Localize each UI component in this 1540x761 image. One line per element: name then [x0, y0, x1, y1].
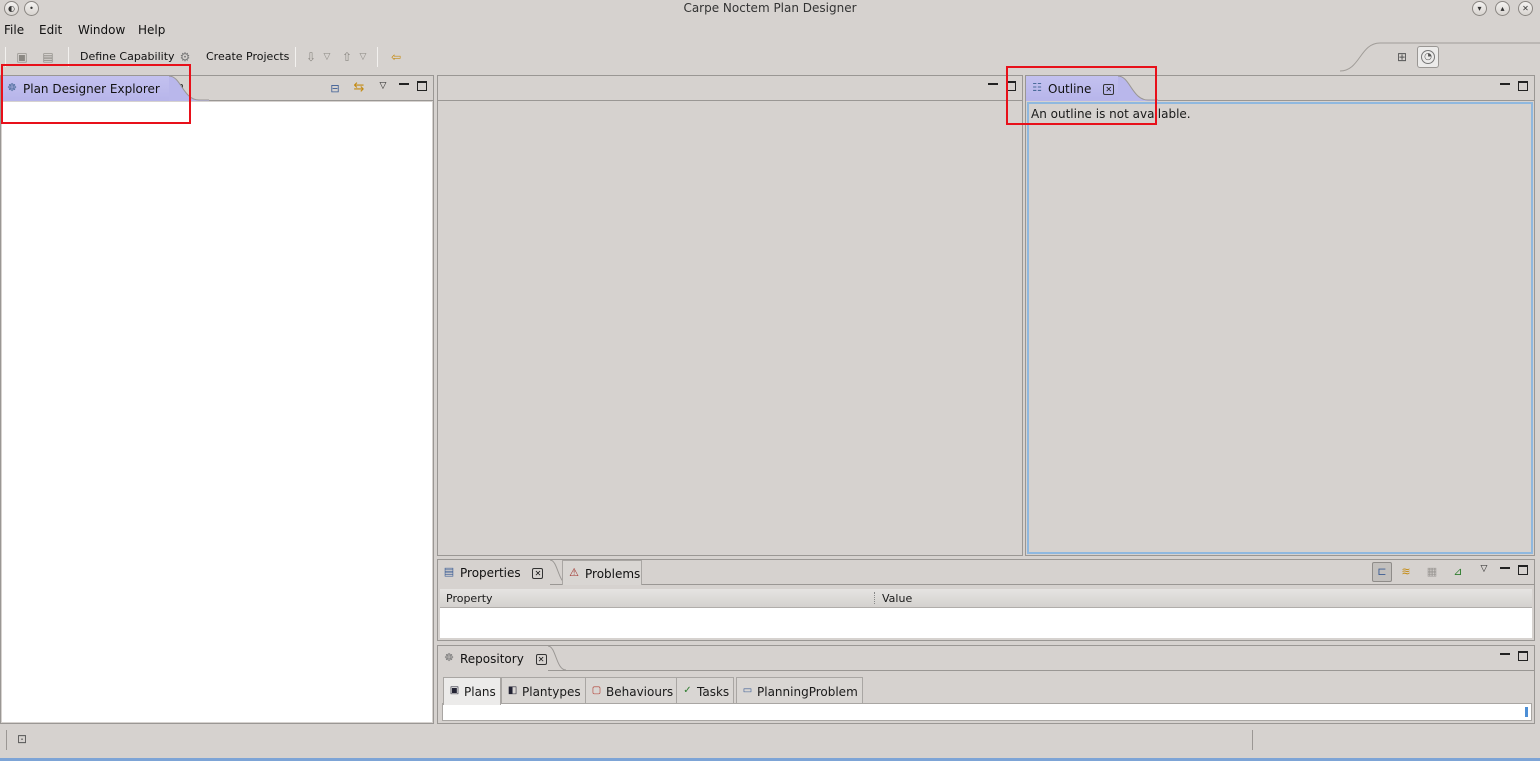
main-toolbar: ▣ ▤ Define Capability ⚙ Create Projects …: [0, 42, 1540, 72]
tab-label: Repository: [460, 652, 524, 666]
perspective-bar: [1340, 42, 1540, 72]
repository-header: ☸ Repository ✕: [438, 646, 1534, 671]
column-divider[interactable]: [874, 592, 875, 604]
status-bar: ⊡: [0, 726, 1540, 756]
view-menu-icon[interactable]: ▽: [1478, 563, 1490, 575]
menu-edit[interactable]: Edit: [39, 23, 62, 37]
save-all-icon[interactable]: ▤: [40, 49, 56, 65]
maximize-icon[interactable]: [1518, 81, 1528, 91]
maximize-icon[interactable]: [1518, 651, 1528, 661]
editor-area: [437, 75, 1023, 556]
repository-icon: ☸: [444, 651, 454, 664]
create-projects-button[interactable]: Create Projects: [206, 50, 289, 63]
planningproblem-icon: ▭: [742, 685, 753, 696]
chevron-down-icon[interactable]: ▽: [319, 49, 335, 65]
title-bar: ◐ • Carpe Noctem Plan Designer ▾ ▴ ✕: [0, 0, 1540, 18]
tab-behaviours[interactable]: ▢ Behaviours: [585, 677, 679, 703]
maximize-icon[interactable]: [417, 81, 427, 91]
column-header-value[interactable]: Value: [882, 592, 912, 605]
gear-icon[interactable]: ⚙: [177, 49, 193, 65]
menu-bar: File Edit Window Help: [0, 18, 1540, 42]
filter-icon[interactable]: ≋: [1400, 566, 1412, 578]
tab-curve: [548, 646, 567, 671]
tab-label: Problems: [585, 567, 641, 581]
define-capability-button[interactable]: Define Capability: [80, 50, 175, 63]
tab-plans[interactable]: ▣ Plans: [443, 677, 501, 705]
menu-help[interactable]: Help: [138, 23, 165, 37]
tab-planningproblem[interactable]: ▭ PlanningProblem: [736, 677, 863, 703]
editor-header: [438, 76, 1022, 101]
highlight-box: [1, 64, 191, 124]
minimize-icon[interactable]: [399, 83, 409, 85]
status-separator: [6, 730, 7, 750]
next-annotation-icon[interactable]: ⇩: [303, 49, 319, 65]
tree-icon: ⊏: [1377, 565, 1387, 578]
explorer-tree[interactable]: [2, 102, 432, 722]
highlight-box: [1006, 66, 1157, 125]
maximize-window-button[interactable]: ▴: [1495, 1, 1510, 16]
close-icon[interactable]: ✕: [535, 654, 547, 665]
close-window-button[interactable]: ✕: [1518, 1, 1533, 16]
pin-icon[interactable]: ⊿: [1452, 566, 1464, 578]
collapse-all-icon[interactable]: ⊟: [329, 83, 341, 95]
minimize-icon[interactable]: [988, 83, 998, 85]
tab-label: Behaviours: [606, 685, 674, 699]
save-icon[interactable]: ▣: [14, 49, 30, 65]
perspective-button[interactable]: ◔: [1417, 46, 1439, 68]
fast-view-icon[interactable]: ⊡: [14, 731, 30, 747]
properties-header: ▤ Properties ✕ ⚠ Problems ⊏ ≋ ▦ ⊿ ▽: [438, 560, 1534, 585]
menu-window[interactable]: Window: [78, 23, 125, 37]
minimize-window-button[interactable]: ▾: [1472, 1, 1487, 16]
tab-properties[interactable]: ▤ Properties ✕: [438, 560, 550, 585]
tab-plantypes[interactable]: ◧ Plantypes: [501, 677, 586, 703]
tab-problems[interactable]: ⚠ Problems: [562, 560, 642, 585]
toolbar-separator: [295, 47, 296, 67]
properties-table-body[interactable]: [440, 608, 1532, 638]
plan-designer-explorer-panel: ☸ Plan Designer Explorer ✕ ⊟ ⇆ ▽: [0, 75, 434, 724]
outline-content: An outline is not available.: [1027, 102, 1533, 554]
plan-designer-perspective-icon: ◔: [1421, 50, 1435, 64]
repository-list[interactable]: [442, 703, 1532, 721]
outline-panel: ☷ Outline ✕ An outline is not available.: [1025, 75, 1535, 556]
back-arrow-icon[interactable]: ⇦: [388, 49, 404, 65]
behaviours-icon: ▢: [591, 685, 602, 696]
column-header-property[interactable]: Property: [446, 592, 493, 605]
link-with-editor-icon[interactable]: ⇆: [353, 81, 365, 94]
minimize-icon[interactable]: [1500, 83, 1510, 85]
minimize-icon[interactable]: [1500, 567, 1510, 569]
close-icon[interactable]: ✕: [532, 568, 544, 579]
view-menu-icon[interactable]: ▽: [377, 80, 389, 92]
properties-table-header: Property Value: [440, 589, 1532, 608]
tab-label: Plantypes: [522, 685, 581, 699]
properties-panel: ▤ Properties ✕ ⚠ Problems ⊏ ≋ ▦ ⊿ ▽ Prop…: [437, 559, 1535, 641]
open-perspective-icon[interactable]: ⊞: [1394, 49, 1410, 65]
categories-toggle[interactable]: ⊏: [1372, 562, 1392, 582]
minimize-icon[interactable]: [1500, 653, 1510, 655]
status-separator: [1252, 730, 1253, 750]
chevron-down-icon[interactable]: ▽: [355, 49, 371, 65]
properties-icon: ▤: [443, 565, 455, 578]
tab-repository[interactable]: ☸ Repository ✕: [438, 646, 548, 671]
plans-icon: ▣: [449, 685, 460, 696]
menu-file[interactable]: File: [4, 23, 24, 37]
tab-label: PlanningProblem: [757, 685, 858, 699]
tab-tasks[interactable]: ✓ Tasks: [676, 677, 735, 703]
scrollbar-thumb[interactable]: [1525, 707, 1528, 717]
tab-label: Tasks: [697, 685, 730, 699]
maximize-icon[interactable]: [1518, 565, 1528, 575]
restore-default-icon[interactable]: ▦: [1426, 566, 1438, 578]
plantypes-icon: ◧: [507, 685, 518, 696]
previous-annotation-icon[interactable]: ⇧: [339, 49, 355, 65]
window-title: Carpe Noctem Plan Designer: [683, 1, 857, 15]
toolbar-separator: [377, 47, 378, 67]
tab-label: Plans: [464, 685, 496, 699]
tasks-icon: ✓: [683, 685, 692, 696]
problems-icon: ⚠: [569, 566, 579, 579]
tab-label: Properties: [460, 566, 521, 580]
